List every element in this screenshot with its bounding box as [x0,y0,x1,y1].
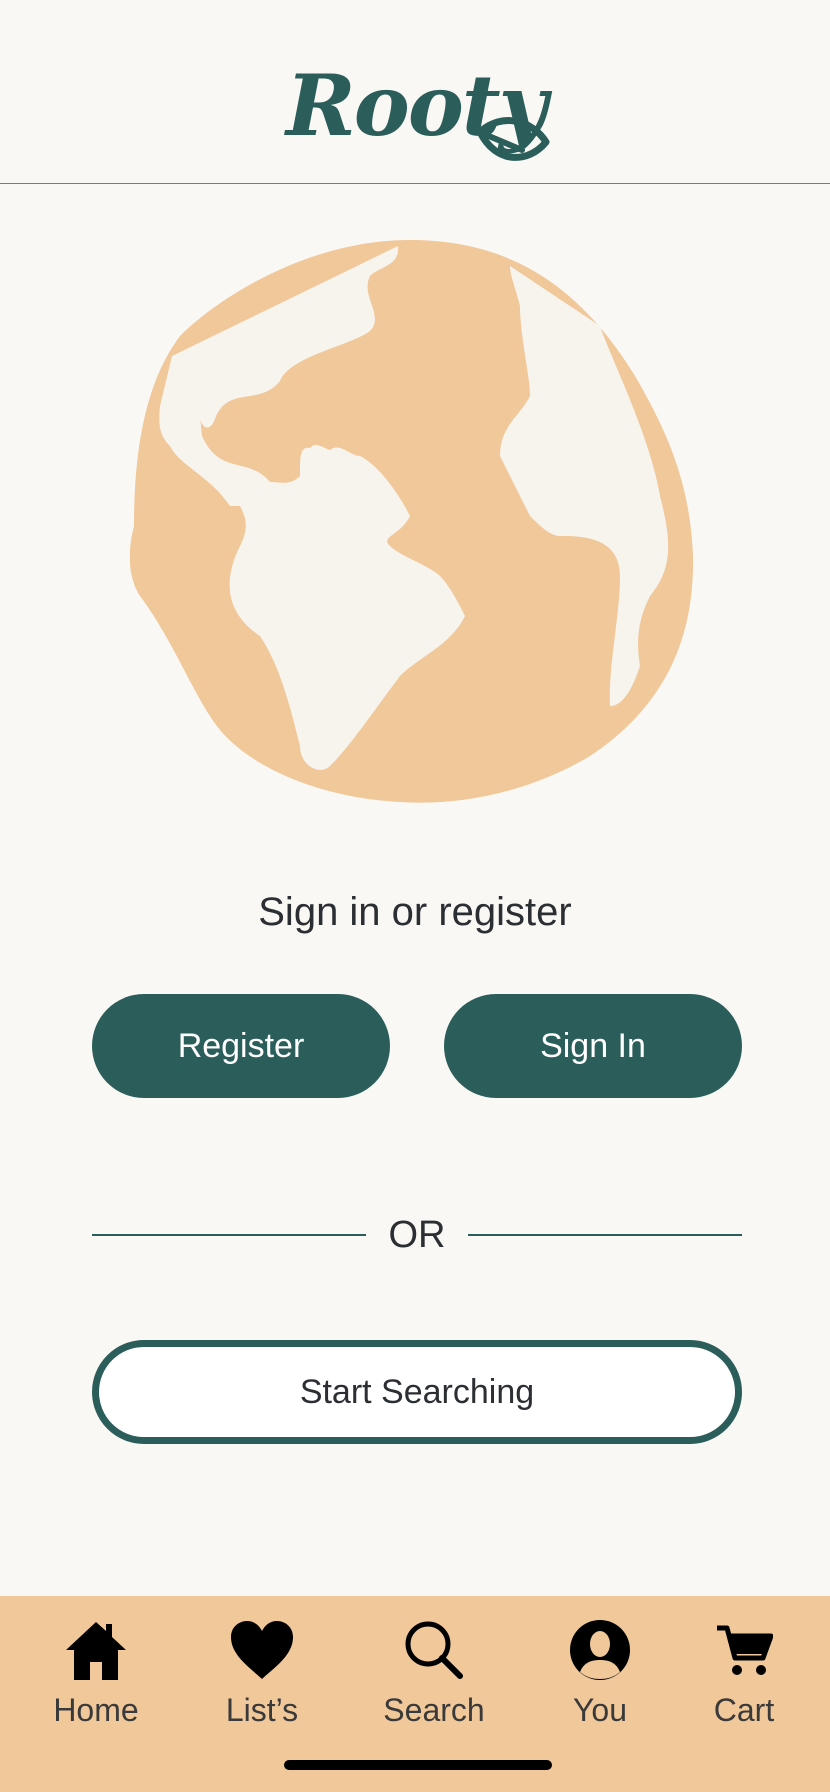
tab-home-label: Home [53,1692,139,1728]
home-indicator [284,1760,552,1770]
tab-you[interactable]: You [530,1616,670,1736]
auth-prompt: Sign in or register [258,890,572,934]
divider-line-left [92,1234,366,1236]
tab-home[interactable]: Home [26,1616,166,1736]
tab-cart[interactable]: Cart [674,1616,814,1736]
sign-in-button[interactable]: Sign In [444,994,742,1098]
tab-cart-label: Cart [713,1692,775,1728]
register-button[interactable]: Register [92,994,390,1098]
app-header: Rooty [0,0,830,184]
register-button-label: Register [177,1026,305,1065]
leaf-icon [476,117,550,161]
start-searching-button[interactable]: Start Searching [92,1340,742,1444]
tab-lists-label: List’s [225,1692,299,1728]
globe-illustration [130,240,694,803]
heart-icon [231,1621,293,1679]
or-divider-text: OR [388,1214,446,1256]
divider-line-right [468,1234,742,1236]
search-icon [405,1621,463,1679]
tab-search[interactable]: Search [364,1616,504,1736]
home-icon [66,1622,126,1680]
app-logo: Rooty [282,60,552,190]
user-icon [570,1620,630,1680]
tab-lists[interactable]: List’s [192,1616,332,1736]
tab-you-label: You [573,1692,627,1728]
sign-in-button-label: Sign In [540,1026,646,1065]
or-divider: OR [92,1210,742,1260]
tab-search-label: Search [383,1692,485,1728]
start-searching-label: Start Searching [299,1372,535,1411]
cart-icon [717,1625,773,1675]
